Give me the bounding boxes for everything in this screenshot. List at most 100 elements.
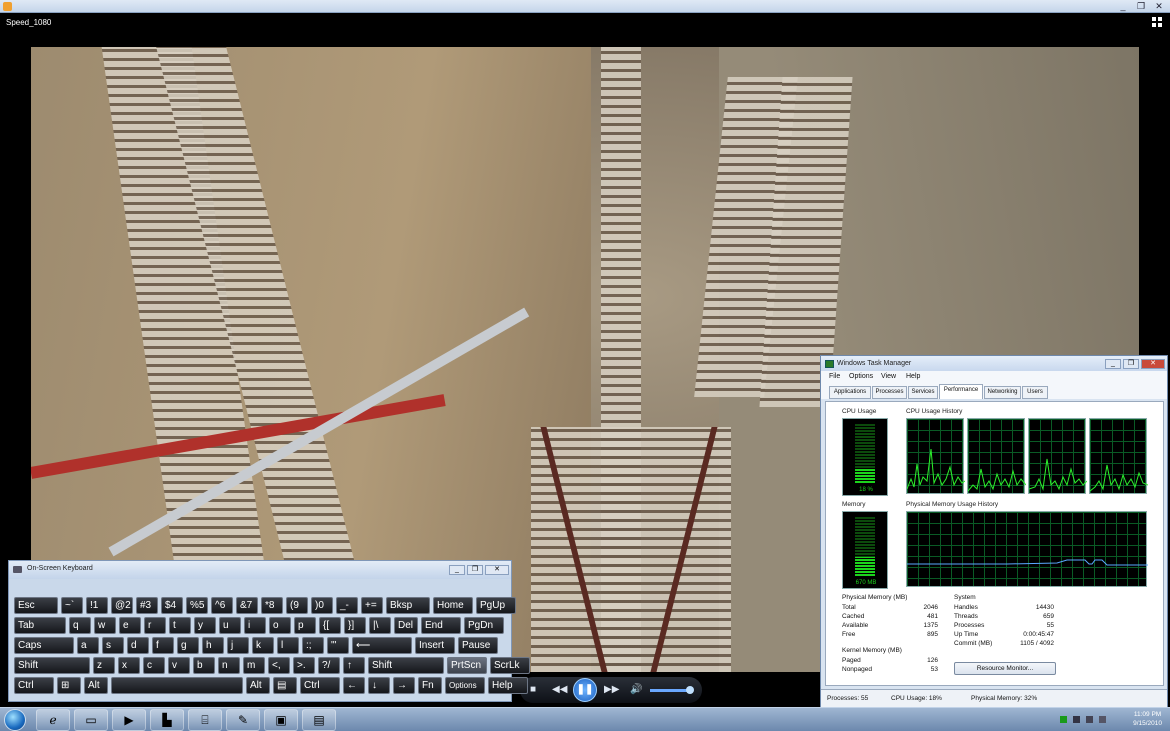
key-4[interactable]: $4 bbox=[161, 597, 183, 614]
key-z[interactable]: z bbox=[93, 657, 115, 674]
key-v[interactable]: v bbox=[168, 657, 190, 674]
key-p[interactable]: p bbox=[294, 617, 316, 634]
pause-button[interactable]: ❚❚ bbox=[573, 678, 597, 702]
tab-applications[interactable]: Applications bbox=[829, 386, 871, 399]
key-symbol[interactable]: ⟵ bbox=[352, 637, 412, 654]
key-symbol[interactable]: |\ bbox=[369, 617, 391, 634]
volume-slider[interactable] bbox=[650, 689, 690, 692]
key-symbol[interactable]: }] bbox=[344, 617, 366, 634]
paint-app-icon[interactable]: ✎ bbox=[226, 709, 260, 731]
media-player-icon[interactable]: ▶ bbox=[112, 709, 146, 731]
key-Home[interactable]: Home bbox=[433, 597, 473, 614]
key-Shift[interactable]: Shift bbox=[368, 657, 444, 674]
key-symbol[interactable]: → bbox=[393, 677, 415, 694]
key-u[interactable]: u bbox=[219, 617, 241, 634]
start-button[interactable] bbox=[4, 709, 26, 731]
key-r[interactable]: r bbox=[144, 617, 166, 634]
key-9[interactable]: (9 bbox=[286, 597, 308, 614]
key-5[interactable]: %5 bbox=[186, 597, 208, 614]
key-Del[interactable]: Del bbox=[394, 617, 418, 634]
network-icon[interactable]: ⌸ bbox=[188, 709, 222, 731]
key-2[interactable]: @2 bbox=[111, 597, 133, 614]
remote-desktop-icon[interactable]: ▣ bbox=[264, 709, 298, 731]
key-Options[interactable]: Options bbox=[445, 677, 485, 694]
tm-restore-button[interactable]: ❐ bbox=[1123, 359, 1139, 369]
key-Shift[interactable]: Shift bbox=[14, 657, 90, 674]
key-3[interactable]: #3 bbox=[136, 597, 158, 614]
key-symbol[interactable]: _- bbox=[336, 597, 358, 614]
key-g[interactable]: g bbox=[177, 637, 199, 654]
key-Help[interactable]: Help bbox=[488, 677, 528, 694]
fast-forward-icon[interactable]: ▶▶ bbox=[604, 683, 619, 697]
key-w[interactable]: w bbox=[94, 617, 116, 634]
key-Bksp[interactable]: Bksp bbox=[386, 597, 430, 614]
tab-users[interactable]: Users bbox=[1022, 386, 1048, 399]
key-Ctrl[interactable]: Ctrl bbox=[14, 677, 54, 694]
volume-tray-icon[interactable] bbox=[1099, 716, 1106, 723]
key-x[interactable]: x bbox=[118, 657, 140, 674]
key-PrtScn[interactable]: PrtScn bbox=[447, 657, 487, 674]
key-s[interactable]: s bbox=[102, 637, 124, 654]
osk-close-button[interactable]: ✕ bbox=[485, 565, 509, 575]
menu-options[interactable]: Options bbox=[849, 373, 873, 380]
close-button[interactable]: ✕ bbox=[1152, 1, 1166, 11]
key-PgUp[interactable]: PgUp bbox=[476, 597, 516, 614]
menu-help[interactable]: Help bbox=[906, 373, 920, 380]
tm-minimize-button[interactable]: _ bbox=[1105, 359, 1121, 369]
key-symbol[interactable]: ← bbox=[343, 677, 365, 694]
key-symbol[interactable]: += bbox=[361, 597, 383, 614]
key-symbol[interactable]: :; bbox=[302, 637, 324, 654]
key-e[interactable]: e bbox=[119, 617, 141, 634]
key-Pause[interactable]: Pause bbox=[458, 637, 498, 654]
flag-icon[interactable] bbox=[1073, 716, 1080, 723]
explorer-icon[interactable]: ▭ bbox=[74, 709, 108, 731]
key-Alt[interactable]: Alt bbox=[84, 677, 108, 694]
key-a[interactable]: a bbox=[77, 637, 99, 654]
key-m[interactable]: m bbox=[243, 657, 265, 674]
osk-minimize-button[interactable]: _ bbox=[449, 565, 465, 575]
key-i[interactable]: i bbox=[244, 617, 266, 634]
minimize-button[interactable]: _ bbox=[1116, 1, 1130, 11]
volume-slider-knob[interactable] bbox=[686, 686, 694, 694]
key-1[interactable]: !1 bbox=[86, 597, 108, 614]
key-symbol[interactable]: ?/ bbox=[318, 657, 340, 674]
fullscreen-icon[interactable] bbox=[1152, 17, 1162, 27]
key-Tab[interactable]: Tab bbox=[14, 617, 66, 634]
key-k[interactable]: k bbox=[252, 637, 274, 654]
key-End[interactable]: End bbox=[421, 617, 461, 634]
key-q[interactable]: q bbox=[69, 617, 91, 634]
task-manager-icon[interactable]: ▤ bbox=[302, 709, 336, 731]
menu-file[interactable]: File bbox=[829, 373, 840, 380]
key-8[interactable]: *8 bbox=[261, 597, 283, 614]
ie-icon[interactable]: ℯ bbox=[36, 709, 70, 731]
key-Ctrl[interactable]: Ctrl bbox=[300, 677, 340, 694]
key-6[interactable]: ^6 bbox=[211, 597, 233, 614]
key-n[interactable]: n bbox=[218, 657, 240, 674]
osk-restore-button[interactable]: ❐ bbox=[467, 565, 483, 575]
key-y[interactable]: y bbox=[194, 617, 216, 634]
key-symbol[interactable]: >. bbox=[293, 657, 315, 674]
key-Caps[interactable]: Caps bbox=[14, 637, 74, 654]
resource-monitor-button[interactable]: Resource Monitor... bbox=[954, 662, 1056, 675]
key-l[interactable]: l bbox=[277, 637, 299, 654]
key-b[interactable]: b bbox=[193, 657, 215, 674]
tm-close-button[interactable]: ✕ bbox=[1141, 359, 1165, 369]
menu-view[interactable]: View bbox=[881, 373, 896, 380]
key-t[interactable]: t bbox=[169, 617, 191, 634]
key-c[interactable]: c bbox=[143, 657, 165, 674]
key-symbol[interactable]: ▤ bbox=[273, 677, 297, 694]
key-symbol[interactable]: <, bbox=[268, 657, 290, 674]
key-symbol[interactable]: ~` bbox=[61, 597, 83, 614]
clock[interactable]: 11:09 PM 9/15/2010 bbox=[1133, 710, 1162, 728]
tray-status-icon[interactable] bbox=[1060, 716, 1067, 723]
paint-icon[interactable]: ▙ bbox=[150, 709, 184, 731]
stop-icon[interactable]: ■ bbox=[530, 683, 536, 697]
key-symbol[interactable]: ↑ bbox=[343, 657, 365, 674]
key-ScrLk[interactable]: ScrLk bbox=[490, 657, 530, 674]
network-tray-icon[interactable] bbox=[1086, 716, 1093, 723]
key-space[interactable] bbox=[111, 677, 243, 694]
key-7[interactable]: &7 bbox=[236, 597, 258, 614]
rewind-icon[interactable]: ◀◀ bbox=[552, 683, 567, 697]
key-symbol[interactable]: "' bbox=[327, 637, 349, 654]
tab-services[interactable]: Services bbox=[908, 386, 938, 399]
